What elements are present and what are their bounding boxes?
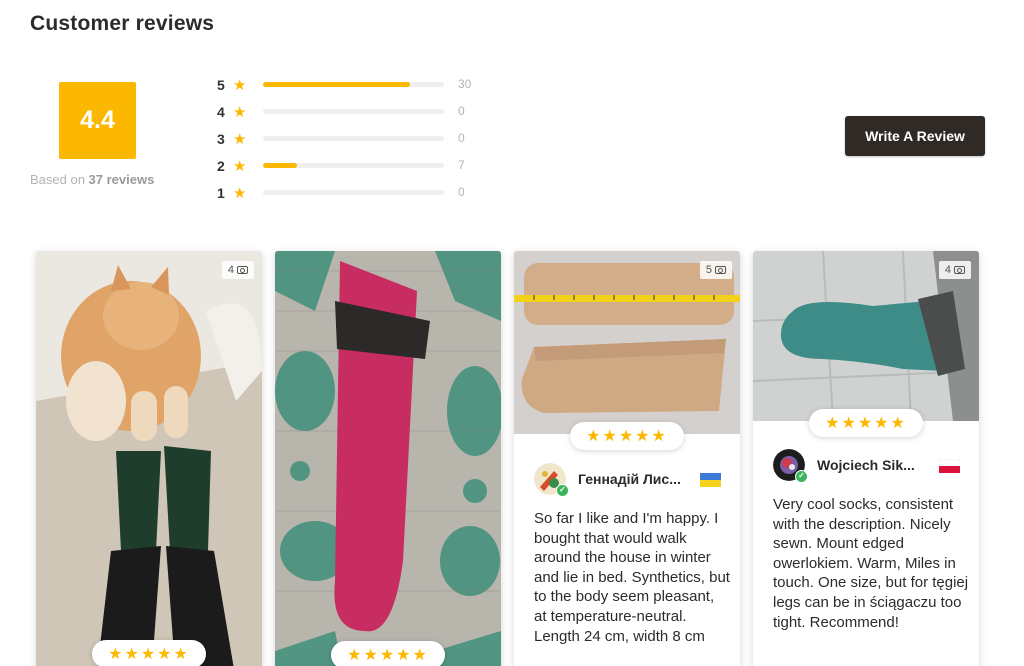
review-card[interactable]: 5 ★★★★★ ✓ Геннадій Лис... So far I like … <box>514 251 740 666</box>
review-photo[interactable] <box>275 251 501 666</box>
photo-count-badge: 4 <box>221 261 254 279</box>
reviewer-name[interactable]: Геннадій Лис... <box>578 471 688 487</box>
average-score: 4.4 <box>59 82 136 159</box>
review-text: So far I like and I'm happy. I bought th… <box>534 510 730 645</box>
photo-count: 4 <box>227 264 234 276</box>
star-icon: ★ <box>233 77 247 94</box>
based-on-text: Based on 37 reviews <box>30 172 154 187</box>
photo-count-badge: 4 <box>938 261 971 279</box>
rating-bar <box>263 190 444 195</box>
rating-stars-label: 3 <box>217 131 225 147</box>
reviewer-info: ✓ Wojciech Sik... <box>773 449 963 483</box>
rating-bar-fill <box>263 163 298 168</box>
poland-flag-icon <box>939 459 960 473</box>
based-on-prefix: Based on <box>30 172 89 187</box>
rating-row-4[interactable]: 4 ★ 0 <box>217 104 487 122</box>
rating-bar <box>263 82 444 87</box>
verified-icon: ✓ <box>795 470 808 483</box>
rating-count: 7 <box>458 158 465 172</box>
review-card[interactable]: 4 ★★★★★ <box>36 251 262 666</box>
rating-count: 0 <box>458 185 465 199</box>
star-icon: ★ <box>233 158 247 175</box>
rating-bar <box>263 109 444 114</box>
rating-bar-fill <box>263 82 410 87</box>
rating-row-2[interactable]: 2 ★ 7 <box>217 158 487 176</box>
star-icon: ★ <box>233 131 247 148</box>
camera-icon <box>715 266 726 274</box>
photo-count: 5 <box>705 264 712 276</box>
review-card[interactable]: 4 ★★★★★ ✓ Wojciech Sik... Very cool sock… <box>753 251 979 666</box>
rating-stars-label: 4 <box>217 104 225 120</box>
reviewer-info: ✓ Геннадій Лис... <box>534 463 724 497</box>
camera-icon <box>954 266 965 274</box>
ukraine-flag-icon <box>700 473 721 487</box>
star-icon: ★ <box>233 185 247 202</box>
reviewer-name[interactable]: Wojciech Sik... <box>817 457 927 473</box>
star-icon: ★ <box>233 104 247 121</box>
rating-bar <box>263 163 444 168</box>
review-photo[interactable]: 4 <box>36 251 262 666</box>
rating-count: 0 <box>458 131 465 145</box>
review-photo[interactable]: 4 <box>753 251 979 421</box>
review-text: Very cool socks, consistent with the des… <box>773 496 969 631</box>
verified-icon: ✓ <box>556 484 569 497</box>
rating-row-3[interactable]: 3 ★ 0 <box>217 131 487 149</box>
rating-stars-label: 5 <box>217 77 225 93</box>
review-photo[interactable]: 5 <box>514 251 740 434</box>
photo-count-badge: 5 <box>699 261 732 279</box>
rating-row-1[interactable]: 1 ★ 0 <box>217 185 487 203</box>
camera-icon <box>237 266 248 274</box>
rating-stars: ★★★★★ <box>331 641 445 666</box>
review-count: 37 reviews <box>88 172 155 187</box>
write-review-button[interactable]: Write A Review <box>845 116 985 156</box>
review-card[interactable]: ★★★★★ <box>275 251 501 666</box>
rating-row-5[interactable]: 5 ★ 30 <box>217 77 487 95</box>
photo-count: 4 <box>944 264 951 276</box>
rating-count: 30 <box>458 77 472 91</box>
rating-stars: ★★★★★ <box>809 409 923 437</box>
rating-stars-label: 1 <box>217 185 225 201</box>
page-title: Customer reviews <box>30 12 215 35</box>
rating-bar <box>263 136 444 141</box>
rating-stars: ★★★★★ <box>570 422 684 450</box>
rating-stars: ★★★★★ <box>92 640 206 666</box>
rating-count: 0 <box>458 104 465 118</box>
rating-stars-label: 2 <box>217 158 225 174</box>
